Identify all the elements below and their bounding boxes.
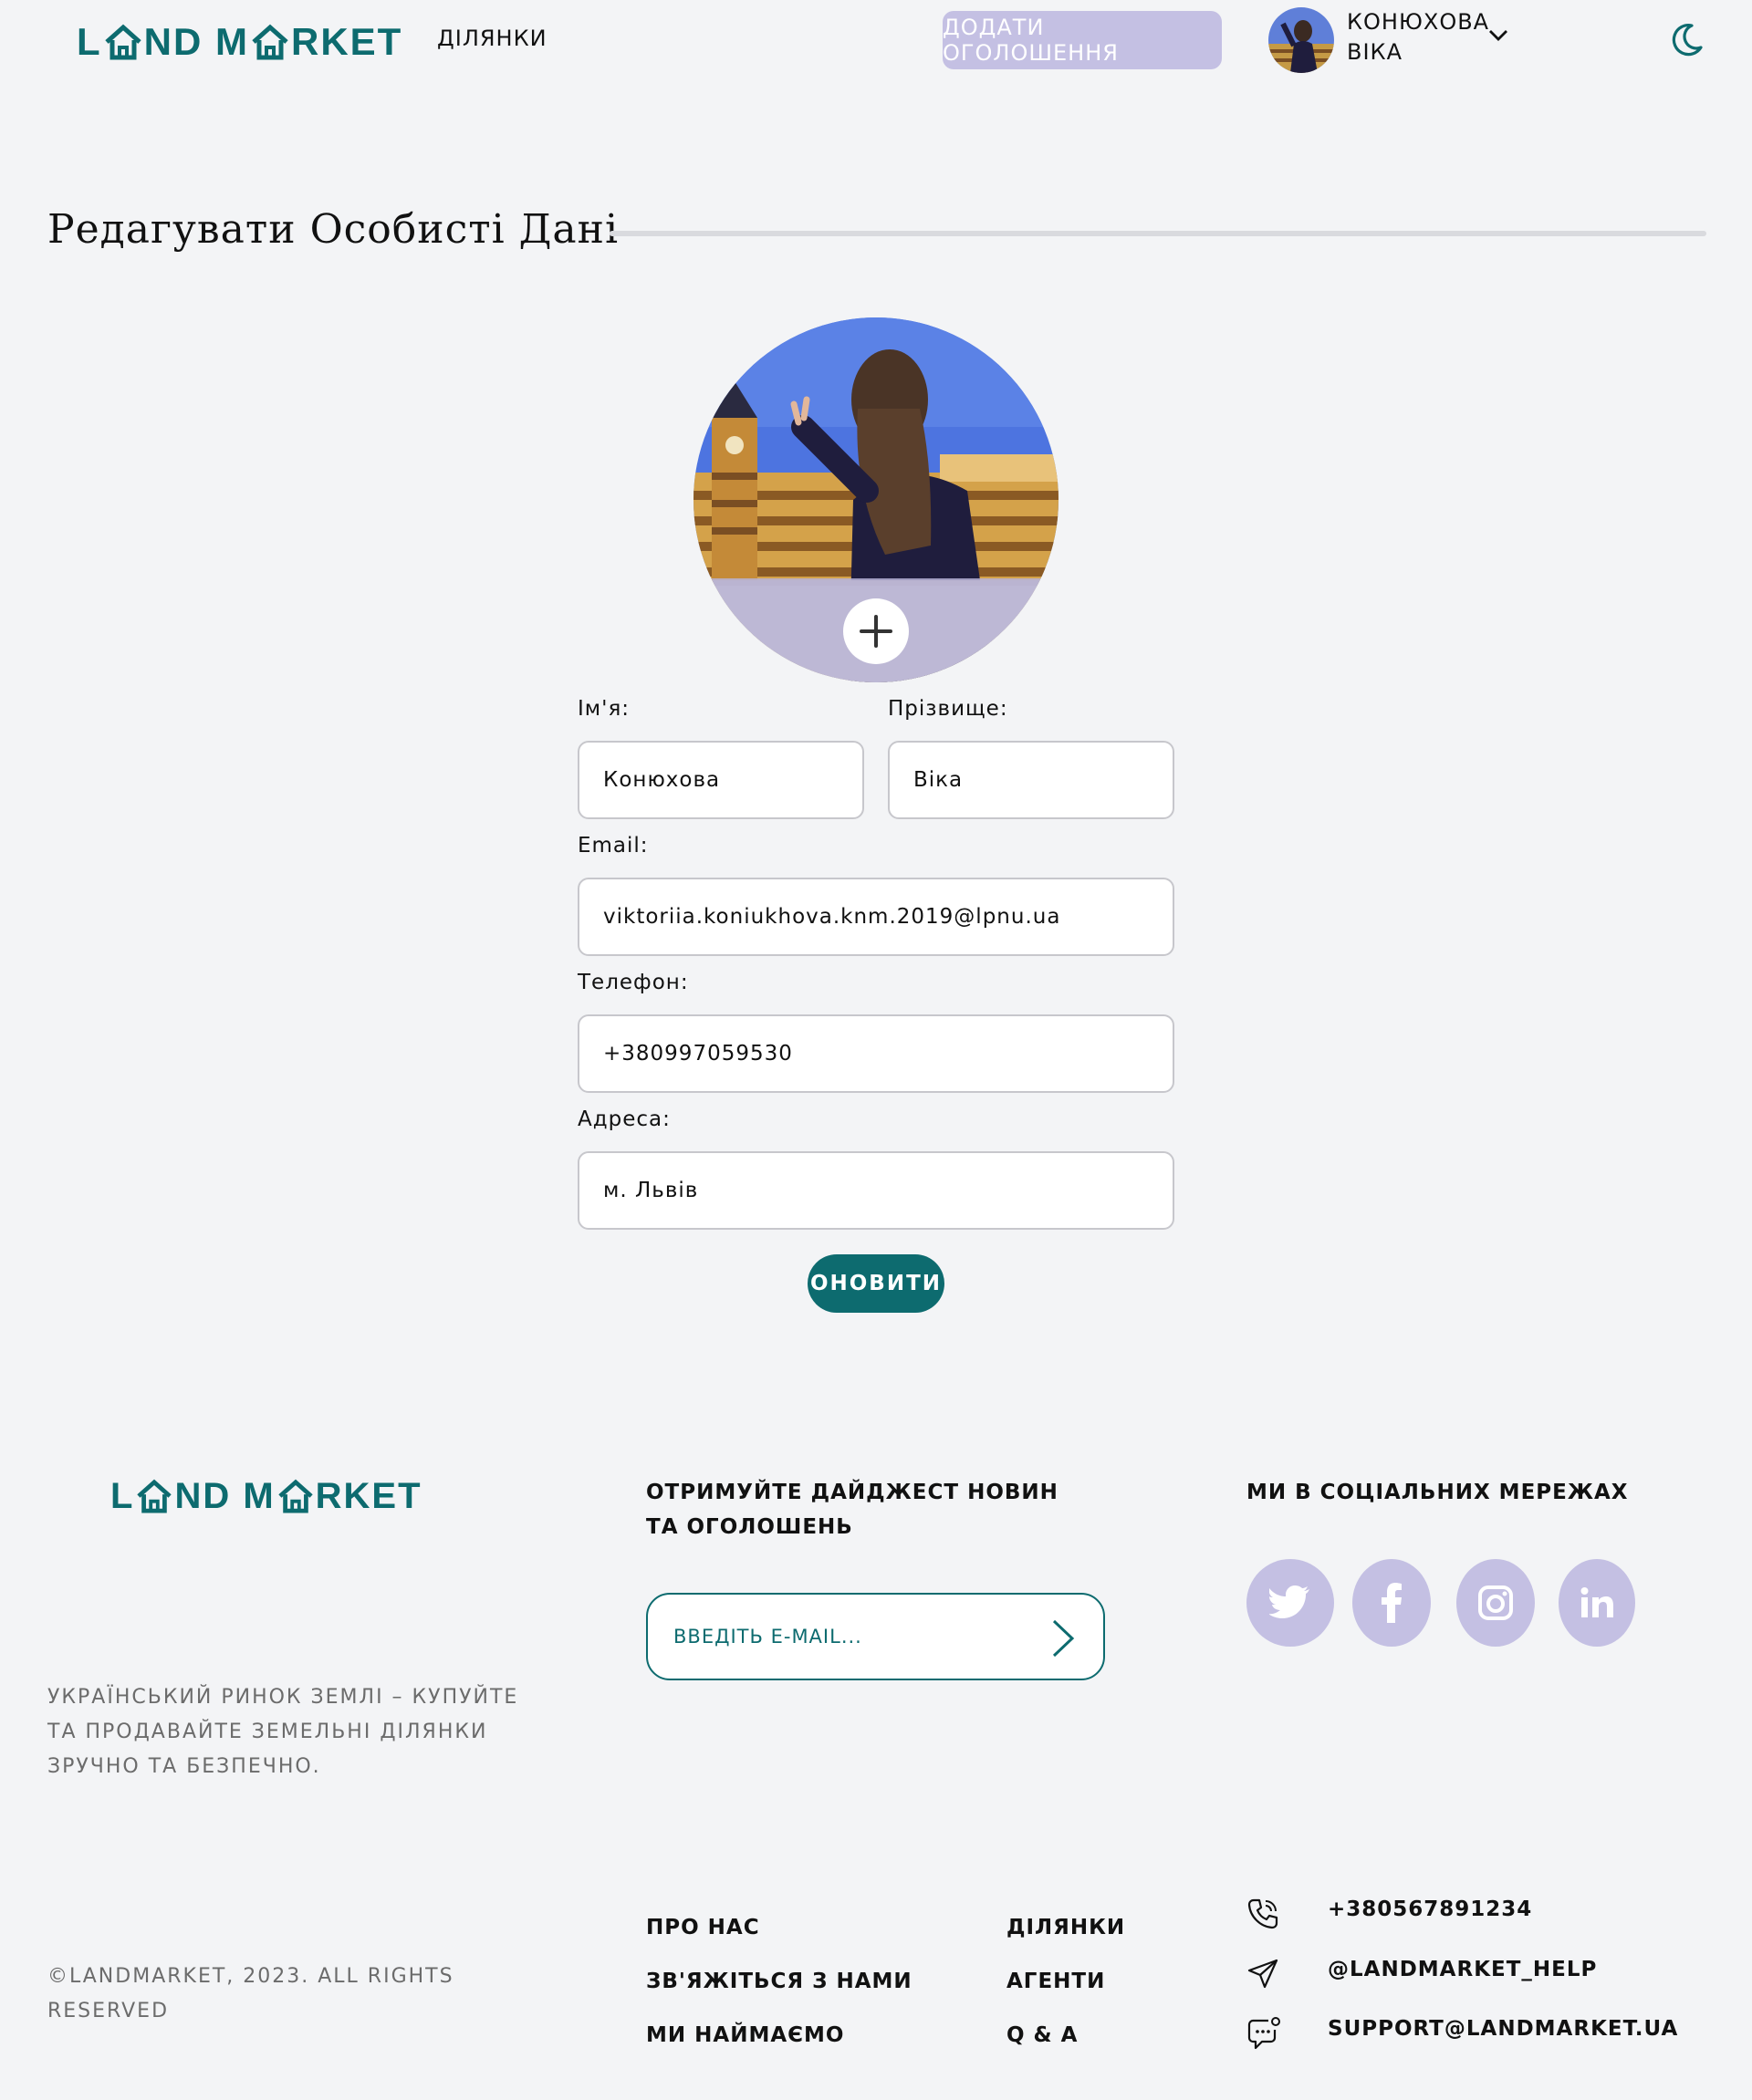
- header-logo[interactable]: L ND M RKET: [77, 18, 402, 66]
- email-field[interactable]: viktoriia.koniukhova.knm.2019@lpnu.ua: [578, 878, 1174, 956]
- logo-letters: RKET: [315, 1475, 422, 1516]
- phone-field[interactable]: +380997059530: [578, 1014, 1174, 1093]
- first-name-field[interactable]: Конюхова: [578, 741, 864, 819]
- title-divider: [610, 231, 1706, 236]
- house-icon: [137, 1479, 172, 1513]
- last-name-label: Прізвище:: [888, 697, 1008, 721]
- user-firstname: ВІКА: [1347, 39, 1403, 65]
- logo-letters: RKET: [290, 20, 403, 63]
- last-name-field[interactable]: Віка: [888, 741, 1174, 819]
- twitter-icon[interactable]: [1246, 1559, 1334, 1647]
- newsletter-heading: ОТРИМУЙТЕ ДАЙДЖЕСТ НОВИН ТА ОГОЛОШЕНЬ: [646, 1481, 1058, 1539]
- contact-support-email[interactable]: SUPPORT@LANDMARKET.UA: [1328, 2017, 1678, 2041]
- moon-icon[interactable]: [1668, 22, 1705, 58]
- phone-label: Телефон:: [578, 971, 689, 994]
- page-title: Редагувати Особисті Дані: [47, 206, 620, 253]
- footer-link-contact[interactable]: ЗВ'ЯЖІТЬСЯ З НАМИ: [646, 1970, 912, 1993]
- social-heading: МИ В СОЦІАЛЬНИХ МЕРЕЖАХ: [1246, 1481, 1629, 1504]
- phone-icon: [1247, 1898, 1278, 1929]
- logo-letter: L: [110, 1475, 135, 1516]
- chat-icon: [1247, 2017, 1280, 2050]
- house-icon: [104, 24, 141, 60]
- email-label: Email:: [578, 834, 649, 858]
- footer-link-agents[interactable]: АГЕНТИ: [1006, 1970, 1105, 1993]
- newsletter-email-input[interactable]: ВВЕДІТЬ E-MAIL...: [646, 1593, 1105, 1680]
- user-menu-name[interactable]: КОНЮХОВА ВІКА: [1347, 7, 1489, 68]
- newsletter-email-placeholder: ВВЕДІТЬ E-MAIL...: [673, 1626, 862, 1648]
- footer-link-qa[interactable]: Q & A: [1006, 2023, 1078, 2047]
- instagram-icon[interactable]: [1456, 1559, 1535, 1647]
- footer-link-careers[interactable]: МИ НАЙМАЄМО: [646, 2023, 844, 2047]
- add-photo-button[interactable]: [843, 598, 909, 664]
- user-surname: КОНЮХОВА: [1347, 9, 1490, 35]
- footer-tagline: УКРАЇНСЬКИЙ РИНОК ЗЕМЛІ – КУПУЙТЕ ТА ПРО…: [47, 1686, 519, 1778]
- linkedin-icon[interactable]: [1559, 1559, 1635, 1647]
- footer-link-about[interactable]: ПРО НАС: [646, 1916, 760, 1939]
- profile-photo[interactable]: [694, 317, 1058, 682]
- address-field[interactable]: м. Львів: [578, 1151, 1174, 1230]
- chevron-down-icon[interactable]: [1487, 27, 1509, 44]
- footer-logo[interactable]: L ND M RKET: [110, 1474, 422, 1518]
- logo-letter: L: [77, 20, 102, 63]
- logo-letters: ND M: [143, 20, 249, 63]
- house-icon: [252, 24, 288, 60]
- address-label: Адреса:: [578, 1107, 671, 1131]
- chevron-right-icon[interactable]: [1050, 1618, 1076, 1658]
- send-icon: [1247, 1959, 1278, 1989]
- first-name-label: Ім'я:: [578, 697, 631, 721]
- add-listing-button[interactable]: ДОДАТИ ОГОЛОШЕННЯ: [943, 11, 1222, 69]
- contact-telegram[interactable]: @LANDMARKET_HELP: [1328, 1958, 1597, 1981]
- facebook-icon[interactable]: [1352, 1559, 1431, 1647]
- contact-phone[interactable]: +380567891234: [1328, 1897, 1532, 1921]
- plus-icon: [860, 615, 892, 648]
- logo-letters: ND M: [174, 1475, 276, 1516]
- user-avatar[interactable]: [1268, 7, 1334, 73]
- nav-plots-link[interactable]: ДІЛЯНКИ: [437, 26, 548, 51]
- house-icon: [277, 1479, 313, 1513]
- update-button[interactable]: ОНОВИТИ: [808, 1254, 944, 1313]
- footer-link-plots[interactable]: ДІЛЯНКИ: [1006, 1916, 1125, 1939]
- copyright-text: ©LANDMARKET, 2023. ALL RIGHTS RESERVED: [47, 1965, 454, 2022]
